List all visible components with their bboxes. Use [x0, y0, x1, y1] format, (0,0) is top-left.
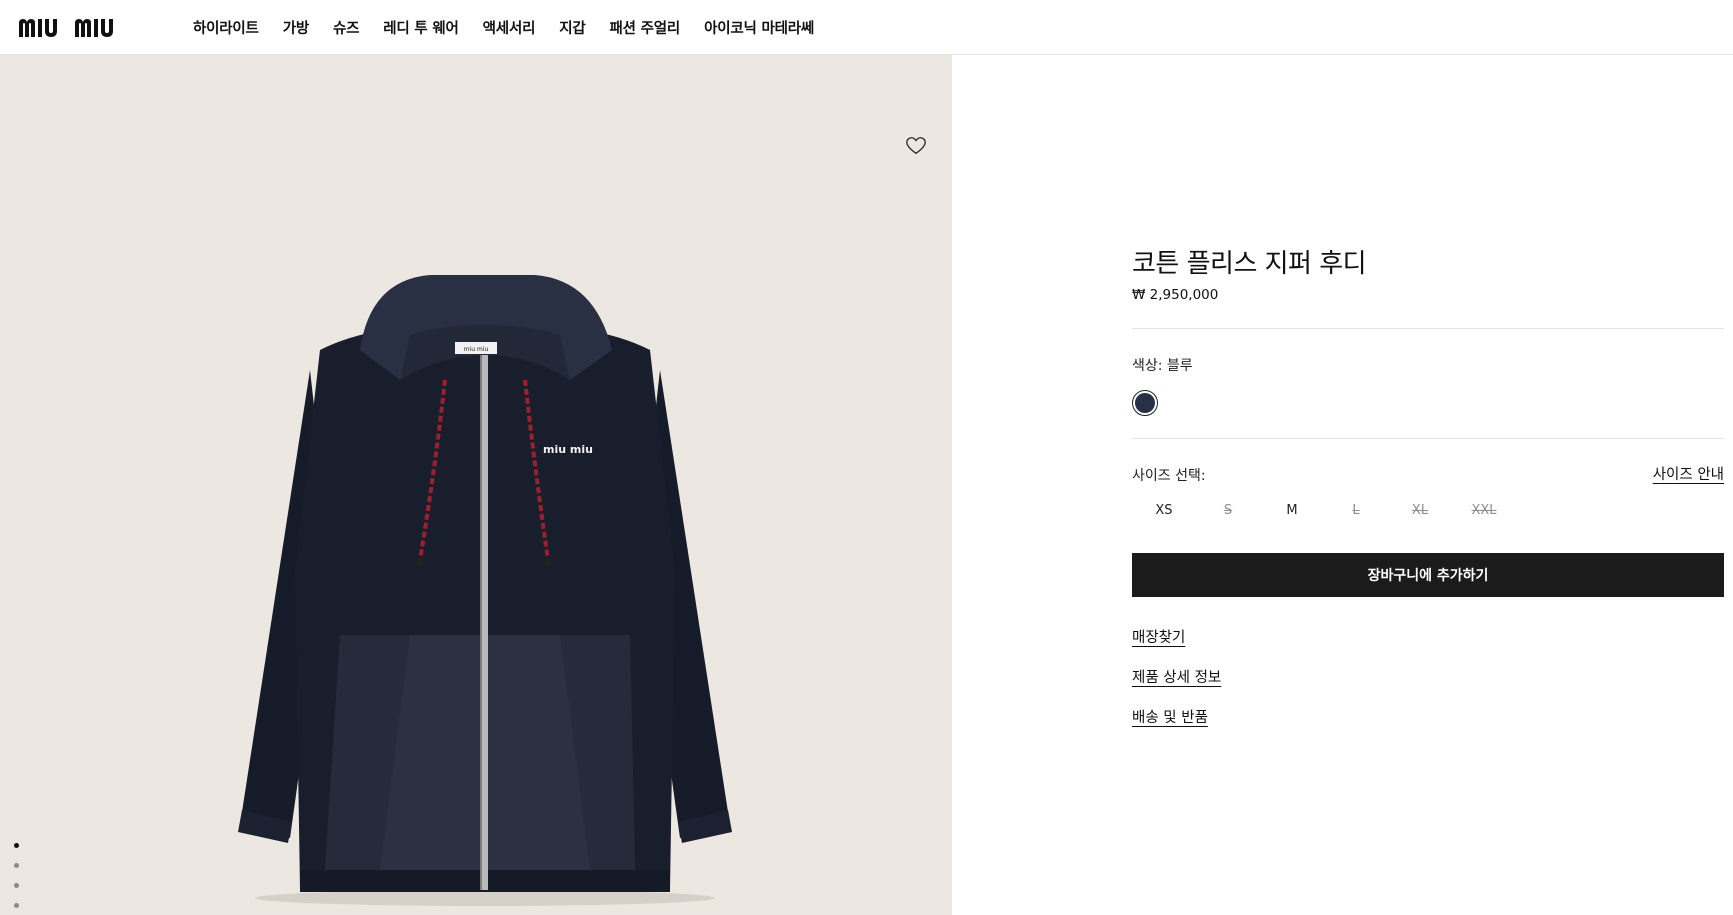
color-label: 색상: 블루 — [1132, 358, 1193, 374]
gallery-dot-4[interactable] — [14, 903, 19, 908]
size-option-xl[interactable]: XL — [1388, 503, 1452, 518]
nav-item-shoes[interactable]: 슈즈 — [333, 17, 359, 38]
nav-item-ready-to-wear[interactable]: 레디 투 웨어 — [383, 17, 459, 38]
product-title: 코튼 플리스 지퍼 후디 — [1132, 249, 1367, 279]
shipping-returns-link[interactable]: 배송 및 반품 — [1132, 706, 1208, 727]
hoodie-label-print: miu miu — [464, 346, 489, 353]
size-options: XS S M L XL XXL — [1132, 503, 1516, 518]
main-nav: 하이라이트 가방 슈즈 레디 투 웨어 액세서리 지갑 패션 주얼리 아이코닉 … — [193, 17, 814, 38]
gallery-dot-3[interactable] — [14, 883, 19, 888]
size-option-m[interactable]: M — [1260, 503, 1324, 518]
size-option-xs[interactable]: XS — [1132, 503, 1196, 518]
nav-item-accessories[interactable]: 액세서리 — [483, 17, 536, 38]
nav-item-iconic-matelasse[interactable]: 아이코닉 마테라쎄 — [704, 17, 814, 38]
divider — [1132, 438, 1724, 439]
product-details-link[interactable]: 제품 상세 정보 — [1132, 666, 1221, 687]
size-option-xxl[interactable]: XXL — [1452, 503, 1516, 518]
add-to-cart-button[interactable]: 장바구니에 추가하기 — [1132, 553, 1724, 597]
find-store-link[interactable]: 매장찾기 — [1132, 626, 1185, 647]
swatch-fill — [1135, 393, 1155, 413]
site-header: 하이라이트 가방 슈즈 레디 투 웨어 액세서리 지갑 패션 주얼리 아이코닉 … — [0, 0, 1733, 55]
nav-item-highlights[interactable]: 하이라이트 — [193, 17, 259, 38]
gallery-dot-1[interactable] — [14, 843, 19, 848]
nav-item-wallets[interactable]: 지갑 — [559, 17, 585, 38]
nav-item-bags[interactable]: 가방 — [283, 17, 309, 38]
hoodie-logo-print: miu miu — [543, 443, 593, 456]
gallery-pagination — [14, 843, 19, 915]
color-swatch-blue[interactable] — [1132, 390, 1158, 416]
nav-item-fashion-jewelry[interactable]: 패션 주얼리 — [610, 17, 681, 38]
product-image-hoodie: miu miu miu miu — [238, 275, 732, 906]
size-select-label: 사이즈 선택: — [1132, 468, 1206, 484]
size-option-l[interactable]: L — [1324, 503, 1388, 518]
miu-miu-logo[interactable] — [17, 16, 167, 38]
size-option-s[interactable]: S — [1196, 503, 1260, 518]
gallery-dot-2[interactable] — [14, 863, 19, 868]
heart-outline-icon[interactable] — [905, 135, 927, 157]
divider — [1132, 328, 1724, 329]
size-guide-link[interactable]: 사이즈 안내 — [1653, 463, 1724, 484]
product-price: ₩ 2,950,000 — [1132, 287, 1219, 303]
product-image-gallery[interactable]: miu miu miu miu — [0, 55, 952, 915]
